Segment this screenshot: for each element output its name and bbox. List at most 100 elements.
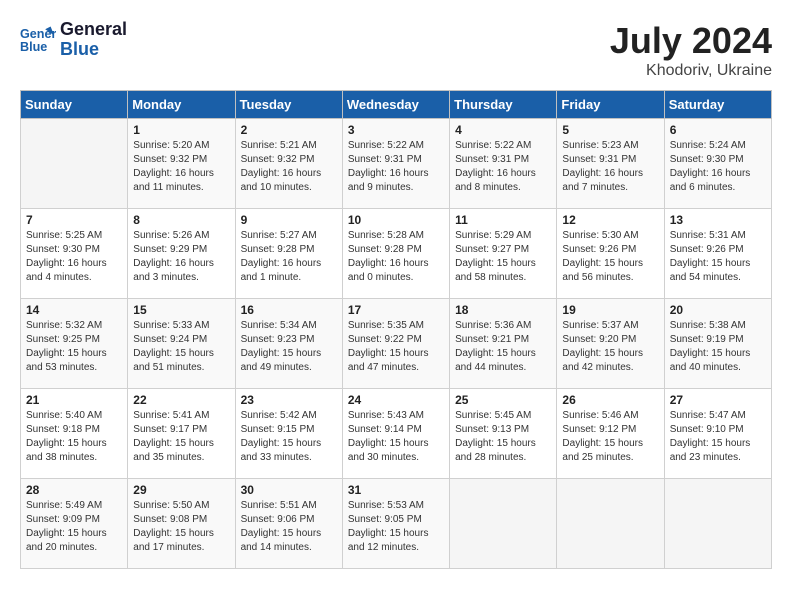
day-info: Sunrise: 5:49 AM Sunset: 9:09 PM Dayligh… [26, 499, 122, 555]
day-number: 7 [26, 213, 122, 227]
day-info: Sunrise: 5:23 AM Sunset: 9:31 PM Dayligh… [562, 139, 658, 195]
day-number: 12 [562, 213, 658, 227]
day-cell: 19 Sunrise: 5:37 AM Sunset: 9:20 PM Dayli… [557, 299, 664, 389]
week-row-1: 1 Sunrise: 5:20 AM Sunset: 9:32 PM Daylig… [21, 119, 772, 209]
day-info: Sunrise: 5:42 AM Sunset: 9:15 PM Dayligh… [241, 409, 337, 465]
day-number: 22 [133, 393, 229, 407]
day-cell: 23 Sunrise: 5:42 AM Sunset: 9:15 PM Dayli… [235, 389, 342, 479]
day-info: Sunrise: 5:22 AM Sunset: 9:31 PM Dayligh… [455, 139, 551, 195]
day-cell [450, 479, 557, 569]
weekday-header-thursday: Thursday [450, 91, 557, 119]
day-cell: 31 Sunrise: 5:53 AM Sunset: 9:05 PM Dayli… [342, 479, 449, 569]
day-cell: 6Sunrise: 5:24 AM Sunset: 9:30 PM Daylig… [664, 119, 771, 209]
day-cell: 10 Sunrise: 5:28 AM Sunset: 9:28 PM Dayli… [342, 209, 449, 299]
day-info: Sunrise: 5:20 AM Sunset: 9:32 PM Dayligh… [133, 139, 229, 195]
weekday-header-wednesday: Wednesday [342, 91, 449, 119]
logo-line1: General [60, 20, 127, 40]
month-title: July 2024 [610, 20, 772, 62]
day-cell: 16 Sunrise: 5:34 AM Sunset: 9:23 PM Dayli… [235, 299, 342, 389]
day-number: 11 [455, 213, 551, 227]
day-number: 21 [26, 393, 122, 407]
day-cell: 1 Sunrise: 5:20 AM Sunset: 9:32 PM Daylig… [128, 119, 235, 209]
day-number: 28 [26, 483, 122, 497]
day-cell: 13 Sunrise: 5:31 AM Sunset: 9:26 PM Dayli… [664, 209, 771, 299]
day-number: 13 [670, 213, 766, 227]
day-number: 30 [241, 483, 337, 497]
day-info: Sunrise: 5:40 AM Sunset: 9:18 PM Dayligh… [26, 409, 122, 465]
day-cell: 8 Sunrise: 5:26 AM Sunset: 9:29 PM Daylig… [128, 209, 235, 299]
day-cell: 28 Sunrise: 5:49 AM Sunset: 9:09 PM Dayli… [21, 479, 128, 569]
weekday-header-row: SundayMondayTuesdayWednesdayThursdayFrid… [21, 91, 772, 119]
day-info: Sunrise: 5:38 AM Sunset: 9:19 PM Dayligh… [670, 319, 766, 375]
day-info: Sunrise: 5:25 AM Sunset: 9:30 PM Dayligh… [26, 229, 122, 285]
day-number: 26 [562, 393, 658, 407]
day-cell: 25Sunrise: 5:45 AM Sunset: 9:13 PM Dayli… [450, 389, 557, 479]
weekday-header-tuesday: Tuesday [235, 91, 342, 119]
day-cell: 4Sunrise: 5:22 AM Sunset: 9:31 PM Daylig… [450, 119, 557, 209]
day-info: Sunrise: 5:53 AM Sunset: 9:05 PM Dayligh… [348, 499, 444, 555]
day-info: Sunrise: 5:30 AM Sunset: 9:26 PM Dayligh… [562, 229, 658, 285]
day-number: 31 [348, 483, 444, 497]
day-cell [664, 479, 771, 569]
day-number: 9 [241, 213, 337, 227]
day-info: Sunrise: 5:41 AM Sunset: 9:17 PM Dayligh… [133, 409, 229, 465]
day-info: Sunrise: 5:46 AM Sunset: 9:12 PM Dayligh… [562, 409, 658, 465]
day-cell [21, 119, 128, 209]
weekday-header-sunday: Sunday [21, 91, 128, 119]
logo-line2: Blue [60, 40, 127, 60]
day-cell: 11 Sunrise: 5:29 AM Sunset: 9:27 PM Dayli… [450, 209, 557, 299]
day-cell: 30Sunrise: 5:51 AM Sunset: 9:06 PM Dayli… [235, 479, 342, 569]
weekday-header-friday: Friday [557, 91, 664, 119]
day-cell: 12 Sunrise: 5:30 AM Sunset: 9:26 PM Dayli… [557, 209, 664, 299]
calendar-table: SundayMondayTuesdayWednesdayThursdayFrid… [20, 90, 772, 569]
day-cell: 14 Sunrise: 5:32 AM Sunset: 9:25 PM Dayli… [21, 299, 128, 389]
day-cell: 9 Sunrise: 5:27 AM Sunset: 9:28 PM Daylig… [235, 209, 342, 299]
day-number: 1 [133, 123, 229, 137]
day-info: Sunrise: 5:27 AM Sunset: 9:28 PM Dayligh… [241, 229, 337, 285]
svg-text:Blue: Blue [20, 40, 47, 54]
day-cell: 22 Sunrise: 5:41 AM Sunset: 9:17 PM Dayli… [128, 389, 235, 479]
day-info: Sunrise: 5:34 AM Sunset: 9:23 PM Dayligh… [241, 319, 337, 375]
title-block: July 2024 Khodoriv, Ukraine [610, 20, 772, 80]
day-info: Sunrise: 5:26 AM Sunset: 9:29 PM Dayligh… [133, 229, 229, 285]
day-info: Sunrise: 5:36 AM Sunset: 9:21 PM Dayligh… [455, 319, 551, 375]
day-info: Sunrise: 5:35 AM Sunset: 9:22 PM Dayligh… [348, 319, 444, 375]
day-cell: 15Sunrise: 5:33 AM Sunset: 9:24 PM Dayli… [128, 299, 235, 389]
day-number: 24 [348, 393, 444, 407]
day-info: Sunrise: 5:24 AM Sunset: 9:30 PM Dayligh… [670, 139, 766, 195]
day-cell: 5Sunrise: 5:23 AM Sunset: 9:31 PM Daylig… [557, 119, 664, 209]
day-info: Sunrise: 5:32 AM Sunset: 9:25 PM Dayligh… [26, 319, 122, 375]
day-number: 27 [670, 393, 766, 407]
week-row-5: 28 Sunrise: 5:49 AM Sunset: 9:09 PM Dayli… [21, 479, 772, 569]
day-number: 17 [348, 303, 444, 317]
day-info: Sunrise: 5:45 AM Sunset: 9:13 PM Dayligh… [455, 409, 551, 465]
day-cell: 29Sunrise: 5:50 AM Sunset: 9:08 PM Dayli… [128, 479, 235, 569]
day-info: Sunrise: 5:21 AM Sunset: 9:32 PM Dayligh… [241, 139, 337, 195]
day-cell: 18Sunrise: 5:36 AM Sunset: 9:21 PM Dayli… [450, 299, 557, 389]
day-info: Sunrise: 5:33 AM Sunset: 9:24 PM Dayligh… [133, 319, 229, 375]
day-number: 14 [26, 303, 122, 317]
day-cell: 17 Sunrise: 5:35 AM Sunset: 9:22 PM Dayli… [342, 299, 449, 389]
day-info: Sunrise: 5:31 AM Sunset: 9:26 PM Dayligh… [670, 229, 766, 285]
day-number: 23 [241, 393, 337, 407]
logo-icon: General Blue [20, 22, 56, 58]
day-number: 19 [562, 303, 658, 317]
day-cell: 2Sunrise: 5:21 AM Sunset: 9:32 PM Daylig… [235, 119, 342, 209]
day-info: Sunrise: 5:28 AM Sunset: 9:28 PM Dayligh… [348, 229, 444, 285]
day-cell: 27 Sunrise: 5:47 AM Sunset: 9:10 PM Dayli… [664, 389, 771, 479]
location-title: Khodoriv, Ukraine [610, 62, 772, 80]
page-header: General Blue General Blue July 2024 Khod… [20, 20, 772, 80]
logo: General Blue General Blue [20, 20, 127, 60]
day-cell: 7 Sunrise: 5:25 AM Sunset: 9:30 PM Daylig… [21, 209, 128, 299]
day-number: 8 [133, 213, 229, 227]
day-info: Sunrise: 5:22 AM Sunset: 9:31 PM Dayligh… [348, 139, 444, 195]
day-number: 10 [348, 213, 444, 227]
day-cell: 20Sunrise: 5:38 AM Sunset: 9:19 PM Dayli… [664, 299, 771, 389]
day-cell: 21 Sunrise: 5:40 AM Sunset: 9:18 PM Dayli… [21, 389, 128, 479]
day-info: Sunrise: 5:29 AM Sunset: 9:27 PM Dayligh… [455, 229, 551, 285]
day-info: Sunrise: 5:47 AM Sunset: 9:10 PM Dayligh… [670, 409, 766, 465]
day-info: Sunrise: 5:37 AM Sunset: 9:20 PM Dayligh… [562, 319, 658, 375]
day-cell: 24Sunrise: 5:43 AM Sunset: 9:14 PM Dayli… [342, 389, 449, 479]
weekday-header-saturday: Saturday [664, 91, 771, 119]
day-number: 16 [241, 303, 337, 317]
